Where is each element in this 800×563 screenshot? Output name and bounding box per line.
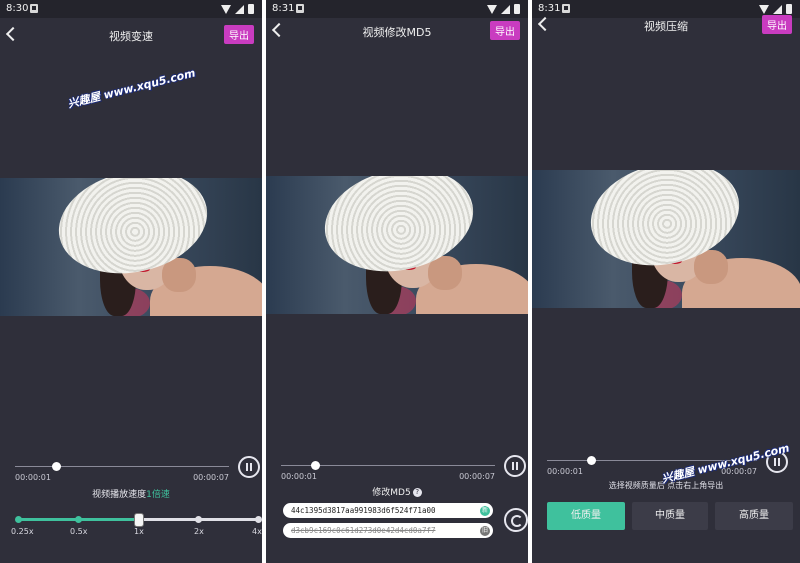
speed-tick-label: 0.25x xyxy=(11,527,34,536)
seek-knob[interactable] xyxy=(587,456,596,465)
watermark: 兴趣屋 www.xqu5.com xyxy=(66,66,197,111)
speed-tick-label: 1x xyxy=(134,527,144,536)
pause-icon[interactable] xyxy=(504,455,526,477)
wifi-icon xyxy=(221,4,231,14)
speed-stop[interactable] xyxy=(255,516,262,523)
signal-icon xyxy=(235,4,244,14)
export-button[interactable]: 导出 xyxy=(224,25,254,44)
speed-stop[interactable] xyxy=(75,516,82,523)
help-icon[interactable]: ? xyxy=(412,488,422,497)
status-time: 8:31 xyxy=(272,3,295,14)
pause-icon[interactable] xyxy=(238,456,260,478)
notification-icon xyxy=(30,4,38,13)
header: 视频修改MD5 导出 xyxy=(266,16,528,46)
speed-handle[interactable] xyxy=(134,513,144,527)
notification-icon xyxy=(296,4,304,13)
screen-video-speed: 8:30 视频变速 导出 00:00:01 00:00:07 视频播放速度1倍速… xyxy=(0,0,262,563)
export-button[interactable]: 导出 xyxy=(762,15,792,34)
speed-stop[interactable] xyxy=(195,516,202,523)
video-preview[interactable] xyxy=(532,170,800,308)
high-quality-button[interactable]: 高质量 xyxy=(715,502,793,530)
video-preview[interactable] xyxy=(0,178,262,316)
battery-icon xyxy=(514,4,520,14)
speed-label: 视频播放速度1倍速 xyxy=(92,490,170,500)
wifi-icon xyxy=(487,4,497,14)
refresh-icon[interactable] xyxy=(504,508,528,532)
page-title: 视频变速 xyxy=(109,30,153,43)
speed-value: 1倍速 xyxy=(146,490,170,500)
medium-quality-button[interactable]: 中质量 xyxy=(632,502,708,530)
md5-old-field: d3cb9c169c0c61d273d0e42d4cd0a7f7 旧 xyxy=(283,523,493,538)
current-time: 00:00:01 xyxy=(15,473,51,482)
seek-bar[interactable]: 00:00:01 00:00:07 xyxy=(15,460,229,490)
seek-knob[interactable] xyxy=(311,461,320,470)
md5-label: 修改MD5? xyxy=(266,485,528,498)
current-time: 00:00:01 xyxy=(547,467,583,476)
header: 视频压缩 导出 xyxy=(532,10,800,40)
old-badge: 旧 xyxy=(480,526,490,536)
speed-tick-label: 0.5x xyxy=(70,527,88,536)
low-quality-button[interactable]: 低质量 xyxy=(547,502,625,530)
video-preview[interactable] xyxy=(266,176,528,314)
speed-tick-label: 2x xyxy=(194,527,204,536)
md5-new-field: 44c1395d3817aa991983d6f524f71a00 新 xyxy=(283,503,493,518)
page-title: 视频压缩 xyxy=(644,20,688,33)
speed-slider[interactable] xyxy=(15,513,262,527)
screen-video-md5: 8:31 视频修改MD5 导出 00:00:01 00:00:07 修改MD5?… xyxy=(266,0,528,563)
speed-tick-label: 4x xyxy=(252,527,262,536)
screen-video-compress: 8:31 视频压缩 导出 00:00:01 00:00:07 选择视频质量后 点… xyxy=(532,0,800,563)
battery-icon xyxy=(248,4,254,14)
new-badge: 新 xyxy=(480,506,490,516)
header: 视频变速 导出 xyxy=(0,20,262,50)
total-time: 00:00:07 xyxy=(459,472,495,481)
status-bar: 8:30 xyxy=(0,0,262,18)
total-time: 00:00:07 xyxy=(193,473,229,482)
export-button[interactable]: 导出 xyxy=(490,21,520,40)
signal-icon xyxy=(501,4,510,14)
seek-knob[interactable] xyxy=(52,462,61,471)
status-time: 8:30 xyxy=(6,3,29,14)
page-title: 视频修改MD5 xyxy=(362,26,432,39)
md5-new-value: 44c1395d3817aa991983d6f524f71a00 xyxy=(291,506,436,515)
speed-stop[interactable] xyxy=(15,516,22,523)
md5-old-value: d3cb9c169c0c61d273d0e42d4cd0a7f7 xyxy=(291,526,436,535)
current-time: 00:00:01 xyxy=(281,472,317,481)
